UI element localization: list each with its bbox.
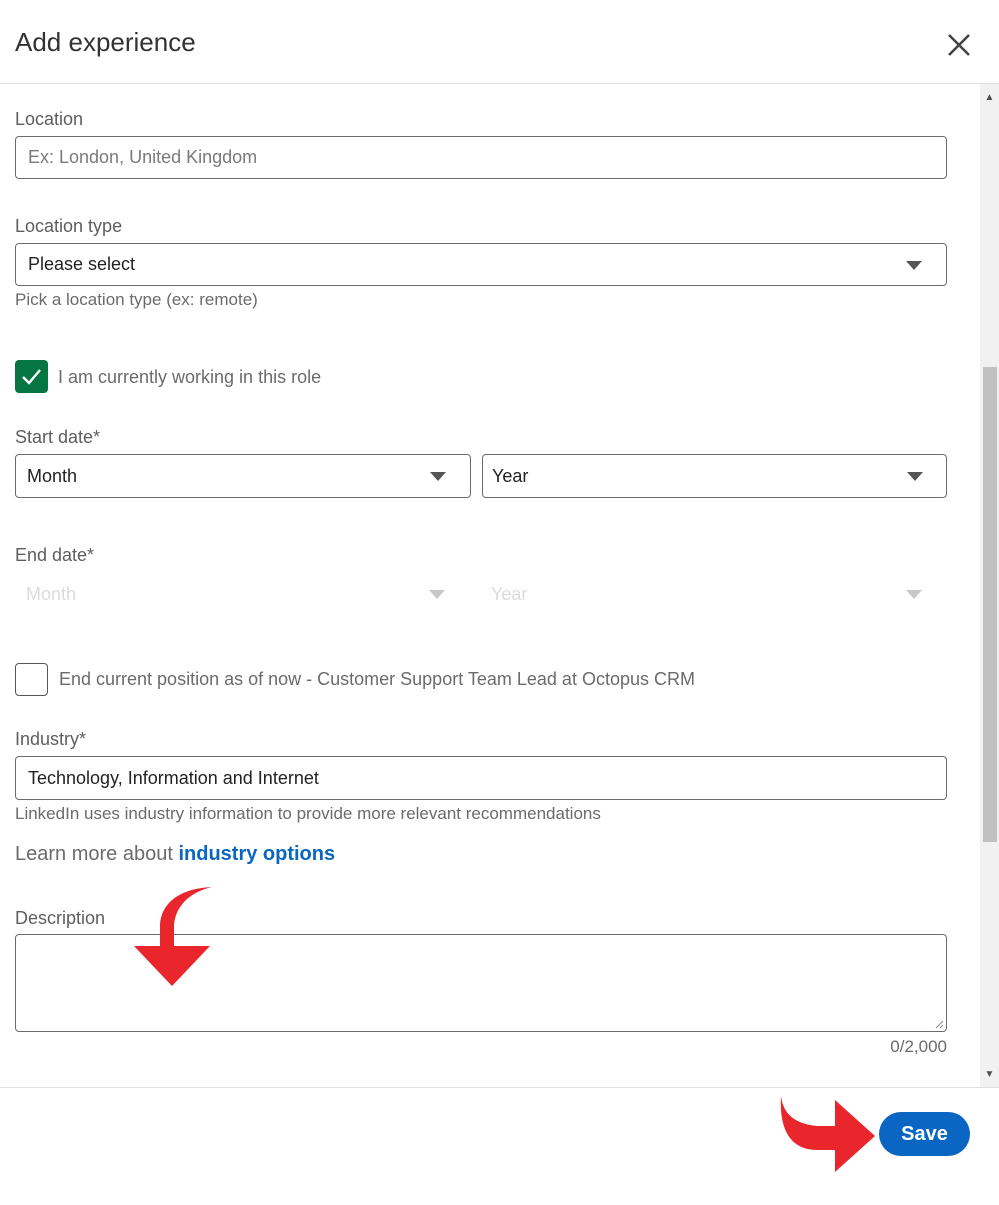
currently-working-label: I am currently working in this role <box>58 367 322 387</box>
start-year-select[interactable]: Year <box>482 454 947 498</box>
location-type-hint: Pick a location type (ex: remote) <box>15 290 258 309</box>
chevron-down-icon <box>429 590 445 599</box>
resize-handle-icon[interactable] <box>934 1019 944 1029</box>
start-year-value: Year <box>492 465 529 486</box>
scrollbar[interactable]: ▲ ▼ <box>980 84 999 1087</box>
end-year-value: Year <box>491 583 528 604</box>
location-input[interactable]: Ex: London, United Kingdom <box>15 136 947 179</box>
end-month-select: Month <box>15 572 471 616</box>
chevron-down-icon <box>430 472 446 481</box>
scroll-down-arrow-icon[interactable]: ▼ <box>980 1067 999 1083</box>
industry-options-link[interactable]: industry options <box>178 843 335 865</box>
modal-footer: Save <box>0 1087 999 1205</box>
location-type-label: Location type <box>15 216 123 236</box>
learn-more-prefix: Learn more about <box>15 843 173 865</box>
close-icon <box>948 34 970 56</box>
currently-working-checkbox[interactable] <box>15 360 48 393</box>
industry-label: Industry* <box>15 729 87 749</box>
description-counter: 0/2,000 <box>890 1037 947 1056</box>
location-type-select[interactable]: Please select <box>15 243 947 286</box>
chevron-down-icon <box>906 260 922 270</box>
form-content: Location Ex: London, United Kingdom Loca… <box>0 84 980 1087</box>
modal-title: Add experience <box>15 27 196 57</box>
checkmark-icon <box>22 369 41 385</box>
end-year-select: Year <box>482 572 947 616</box>
location-type-value: Please select <box>28 254 136 274</box>
location-placeholder: Ex: London, United Kingdom <box>28 147 258 167</box>
end-current-position-checkbox[interactable] <box>15 663 48 696</box>
scroll-up-arrow-icon[interactable]: ▲ <box>980 90 999 106</box>
modal-header: Add experience <box>0 0 999 84</box>
close-button[interactable] <box>940 26 978 64</box>
start-month-select[interactable]: Month <box>15 454 471 498</box>
annotation-arrow-right-icon <box>780 1096 875 1172</box>
location-label: Location <box>15 109 84 129</box>
chevron-down-icon <box>907 472 923 481</box>
description-label: Description <box>15 908 106 928</box>
end-date-label: End date* <box>15 545 95 565</box>
start-month-value: Month <box>27 465 78 486</box>
learn-more-text: Learn more about industry options <box>15 843 335 866</box>
end-current-position-label: End current position as of now - Custome… <box>59 669 695 689</box>
industry-input[interactable]: Technology, Information and Internet <box>15 756 947 800</box>
annotation-arrow-down-icon <box>134 887 212 986</box>
end-month-value: Month <box>26 583 77 604</box>
industry-value: Technology, Information and Internet <box>28 767 319 788</box>
scrollbar-thumb[interactable] <box>983 367 997 842</box>
save-button[interactable]: Save <box>879 1112 970 1156</box>
start-date-label: Start date* <box>15 427 101 447</box>
industry-hint: LinkedIn uses industry information to pr… <box>15 804 601 823</box>
chevron-down-icon <box>906 590 922 599</box>
